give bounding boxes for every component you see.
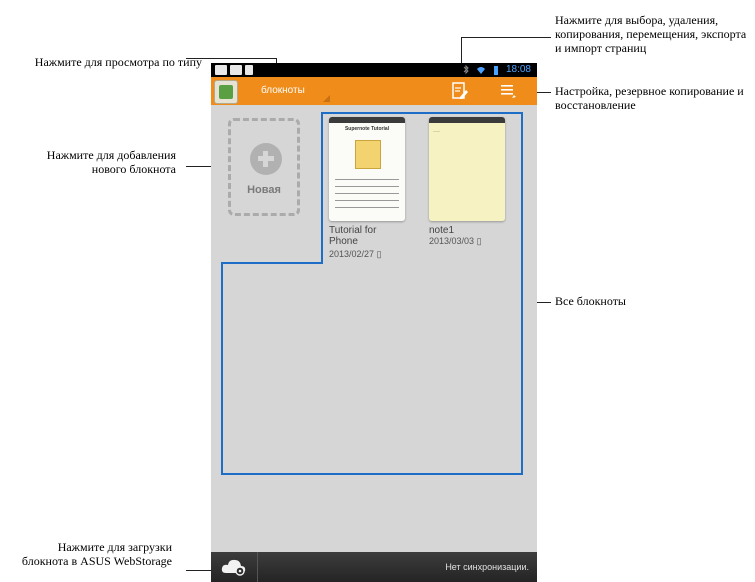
bluetooth-icon bbox=[463, 64, 469, 74]
new-notebook-button[interactable]: Новая bbox=[228, 118, 300, 216]
image-notification-icon bbox=[215, 65, 227, 75]
cloud-settings-icon bbox=[221, 559, 246, 576]
all-notebooks-frame-lower bbox=[221, 262, 523, 475]
settings-menu-icon bbox=[501, 85, 516, 98]
bottom-bar: Нет синхронизации. bbox=[211, 552, 537, 582]
battery-icon bbox=[493, 65, 498, 75]
all-notebooks-frame bbox=[321, 112, 523, 264]
upload-webstorage-button[interactable] bbox=[220, 556, 250, 578]
new-notebook-label: Новая bbox=[247, 184, 281, 196]
callout-select-pages: Нажмите для выбора, удаления, копировани… bbox=[555, 13, 747, 55]
view-type-selector[interactable]: блокноты bbox=[261, 85, 305, 96]
settings-menu-button[interactable] bbox=[497, 80, 519, 102]
callout-line-view-by-type bbox=[186, 58, 276, 59]
supernote-app-icon[interactable] bbox=[214, 80, 238, 104]
callout-upload: Нажмите для загрузки блокнота в ASUS Web… bbox=[21, 540, 172, 568]
notification-icons bbox=[215, 65, 253, 75]
wifi-icon bbox=[476, 66, 485, 74]
dropdown-arrow-icon[interactable] bbox=[323, 95, 330, 102]
status-bar: 18:08 bbox=[211, 63, 537, 77]
plus-icon bbox=[250, 143, 282, 175]
all-notebooks-frame-connector bbox=[221, 262, 323, 264]
status-time: 18:08 bbox=[505, 64, 531, 75]
mail-notification-icon bbox=[230, 65, 242, 75]
sync-status: Нет синхронизации. bbox=[445, 562, 529, 572]
status-indicators: 18:08 bbox=[461, 64, 531, 75]
edit-pages-button[interactable] bbox=[449, 80, 471, 102]
bottom-bar-divider bbox=[257, 552, 258, 582]
callout-settings: Настройка, резервное копирование и восст… bbox=[555, 84, 744, 112]
callout-all-notebooks: Все блокноты bbox=[555, 294, 626, 308]
callout-line-select-pages bbox=[461, 37, 551, 38]
callout-add-notebook: Нажмите для добавления нового блокнота bbox=[46, 148, 176, 176]
storage-notification-icon bbox=[245, 65, 253, 75]
action-bar: блокноты bbox=[211, 77, 537, 105]
callout-view-by-type: Нажмите для просмотра по типу bbox=[34, 55, 202, 69]
edit-pages-icon bbox=[452, 82, 468, 99]
